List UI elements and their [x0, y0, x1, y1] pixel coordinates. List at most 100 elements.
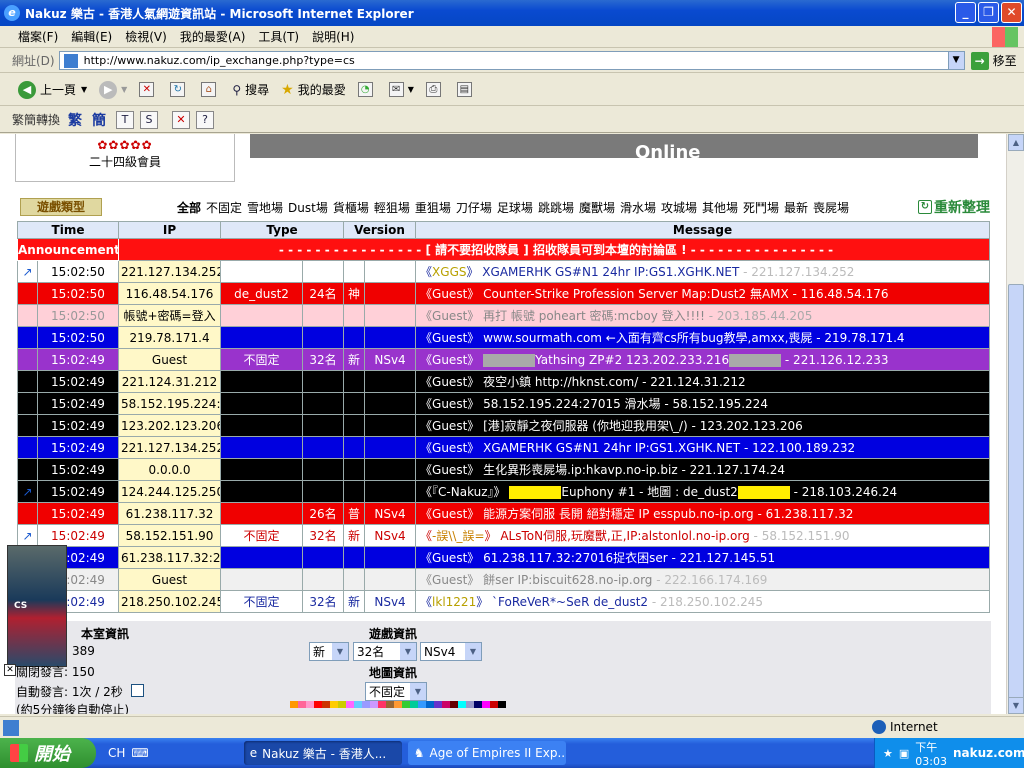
palette-swatch[interactable] [322, 701, 330, 708]
table-row[interactable]: 15:02:50 116.48.54.176 de_dust2 24名神 《Guest》… [17, 282, 991, 305]
table-row[interactable]: 15:02:50 帳號+密碼=登入 《Guest》 再打 帳號 poheart 密碼… [17, 304, 991, 327]
row-message[interactable]: 《Guest》 夜空小鎮 http://hknst.com/ - 221.124… [415, 370, 991, 393]
row-ip[interactable]: 58.152.151.90 [118, 524, 222, 547]
game-type-link[interactable]: 不固定 [206, 201, 242, 215]
game-type-link[interactable]: 輕狙場 [374, 201, 410, 215]
version-select[interactable]: NSv4 ▼ [420, 642, 482, 661]
palette-swatch[interactable] [354, 701, 362, 708]
keyboard-icon[interactable]: ⌨ [131, 746, 148, 760]
palette-swatch[interactable] [378, 701, 386, 708]
start-button[interactable]: 開始 [0, 738, 96, 768]
game-type-link[interactable]: 刀仔場 [456, 201, 492, 215]
row-message[interactable]: 《Guest》 餅ser IP:biscuit628.no-ip.org - 2… [415, 568, 991, 591]
menu-tools[interactable]: 工具(T) [258, 28, 299, 45]
table-row[interactable]: ↗ 15:02:49 124.244.125.250 《『C-Nakuz』》 Euph… [17, 480, 991, 503]
table-row[interactable]: 15:02:49 221.127.134.252 《Guest》 XGAMERHK … [17, 436, 991, 459]
table-row[interactable]: 15:02:49 61.238.117.32 26名普 NSv4 《Guest》 能源方… [17, 502, 991, 525]
row-message[interactable]: 《-誤\\_誤=》 ALsToN伺服,玩魔獸,正,IP:alstonlol.no… [415, 524, 991, 547]
refresh-link[interactable]: ↻ 重新整理 [918, 197, 990, 217]
palette-swatch[interactable] [482, 701, 490, 708]
row-ip[interactable]: 218.250.102.245 [118, 590, 222, 613]
table-row[interactable]: 15:02:49 221.124.31.212 《Guest》 夜空小鎮 http:… [17, 370, 991, 393]
table-row[interactable]: 15:02:49 Guest 不固定 32名新 NSv4 《Guest》 Yathsing… [17, 348, 991, 371]
palette-swatch[interactable] [474, 701, 482, 708]
back-button[interactable]: ◀ 上一頁 ▼ [18, 80, 87, 99]
row-message[interactable]: 《Guest》 www.sourmath.com ←入面有齊cs所有bug教學,… [415, 326, 991, 349]
game-type-link[interactable]: 喪屍場 [813, 201, 849, 215]
menu-favorites[interactable]: 我的最愛(A) [180, 28, 246, 45]
edit-button[interactable]: ▤ [456, 82, 476, 97]
forward-dropdown-icon[interactable]: ▼ [121, 85, 127, 94]
palette-swatch[interactable] [362, 701, 370, 708]
table-row[interactable]: ↗ 15:02:49 58.152.151.90 不固定 32名新 NSv4 《-誤\\_誤… [17, 524, 991, 547]
help-icon[interactable]: ? [196, 110, 215, 129]
palette-swatch[interactable] [498, 701, 506, 708]
row-ip[interactable]: 123.202.123.206 [118, 414, 222, 437]
palette-swatch[interactable] [410, 701, 418, 708]
header-version[interactable]: Version [343, 221, 417, 239]
header-time[interactable]: Time [16, 221, 120, 239]
palette-swatch[interactable] [370, 701, 378, 708]
trad-convert-icon[interactable]: T [116, 110, 135, 129]
row-ip[interactable]: 61.238.117.32 [118, 502, 222, 525]
row-ip[interactable]: 58.152.195.224:27015 [118, 392, 222, 415]
scroll-thumb[interactable] [1008, 284, 1024, 704]
address-dropdown-icon[interactable]: ▼ [947, 52, 964, 69]
palette-swatch[interactable] [290, 701, 298, 708]
palette-swatch[interactable] [306, 701, 314, 708]
table-row[interactable]: 15:02:49 218.250.102.245 不固定 32名新 NSv4 《lkl12… [17, 590, 991, 613]
address-input[interactable]: http://www.nakuz.com/ip_exchange.php?typ… [58, 51, 965, 70]
game-type-link[interactable]: 死鬥場 [743, 201, 779, 215]
palette-swatch[interactable] [426, 701, 434, 708]
mail-dropdown-icon[interactable]: ▼ [408, 85, 414, 94]
game-type-link[interactable]: 雪地場 [247, 201, 283, 215]
row-message[interactable]: 《『C-Nakuz』》 Euphony #1 - 地圖 : de_dust2 -… [415, 480, 991, 503]
row-ip[interactable]: 116.48.54.176 [118, 282, 222, 305]
row-message[interactable]: 《Guest》 [港]寂靜之夜伺服器 (你地迎我用架\_/) - 123.202… [415, 414, 991, 437]
players-select[interactable]: 32名 ▼ [353, 642, 417, 661]
table-row[interactable]: ↗ 15:02:50 221.127.134.252 《XGGS》 XGAMERHK … [17, 260, 991, 283]
menu-edit[interactable]: 編輯(E) [71, 28, 112, 45]
window-titlebar[interactable]: e Nakuz 樂古 - 香港人氣網遊資訊站 - Microsoft Inter… [0, 0, 1024, 26]
scroll-down-icon[interactable]: ▼ [1008, 697, 1024, 714]
simp-convert-icon[interactable]: S [140, 110, 159, 129]
palette-swatch[interactable] [458, 701, 466, 708]
row-message[interactable]: 《lkl1221》 `FoReVeR*~SeR de_dust2 - 218.2… [415, 590, 991, 613]
row-ip[interactable]: Guest [118, 568, 222, 591]
row-message[interactable]: 《XGGS》 XGAMERHK GS#N1 24hr IP:GS1.XGHK.N… [415, 260, 991, 283]
palette-swatch[interactable] [434, 701, 442, 708]
row-message[interactable]: 《Guest》 生化異形喪屍場.ip:hkavp.no-ip.biz - 221… [415, 458, 991, 481]
palette-swatch[interactable] [442, 701, 450, 708]
table-row[interactable]: 15:02:49 Guest 《Guest》 餅ser IP:biscuit628.… [17, 568, 991, 591]
menu-view[interactable]: 檢視(V) [125, 28, 167, 45]
row-message[interactable]: 《Guest》 Counter-Strike Profession Server… [415, 282, 991, 305]
header-type[interactable]: Type [220, 221, 345, 239]
row-ip[interactable]: 帳號+密碼=登入 [118, 304, 222, 327]
row-ip[interactable]: 61.238.117.32:27015 [118, 546, 222, 569]
mail-button[interactable]: ✉ ▼ [388, 82, 414, 97]
print-button[interactable]: ⎙ [425, 82, 445, 97]
palette-swatch[interactable] [330, 701, 338, 708]
row-message[interactable]: 《Guest》 能源方案伺服 長開 絕對穩定 IP esspub.no-ip.o… [415, 502, 991, 525]
menu-help[interactable]: 說明(H) [312, 28, 354, 45]
back-dropdown-icon[interactable]: ▼ [81, 85, 87, 94]
tray-clock[interactable]: 下午 03:03 [915, 739, 947, 768]
palette-swatch[interactable] [298, 701, 306, 708]
minimize-button[interactable]: _ [955, 2, 976, 23]
maximize-button[interactable]: ❐ [978, 2, 999, 23]
game-type-link[interactable]: 貨櫃場 [333, 201, 369, 215]
palette-swatch[interactable] [314, 701, 322, 708]
palette-swatch[interactable] [490, 701, 498, 708]
forward-button[interactable]: ▶ ▼ [99, 80, 127, 99]
close-button[interactable]: ✕ [1001, 2, 1022, 23]
row-ip[interactable]: 221.127.134.252 [118, 260, 222, 283]
game-type-link[interactable]: 全部 [177, 201, 201, 215]
table-row[interactable]: 15:02:49 0.0.0.0 《Guest》 生化異形喪屍場.ip:hkavp.… [17, 458, 991, 481]
row-ip[interactable]: 219.78.171.4 [118, 326, 222, 349]
row-ip[interactable]: 0.0.0.0 [118, 458, 222, 481]
game-type-link[interactable]: 最新 [784, 201, 808, 215]
row-ip[interactable]: 124.244.125.250 [118, 480, 222, 503]
table-row[interactable]: 15:02:50 219.78.171.4 《Guest》 www.sourmath… [17, 326, 991, 349]
stop-button[interactable]: ✕ [139, 82, 158, 97]
simplified-button[interactable]: 簡 [92, 110, 106, 130]
